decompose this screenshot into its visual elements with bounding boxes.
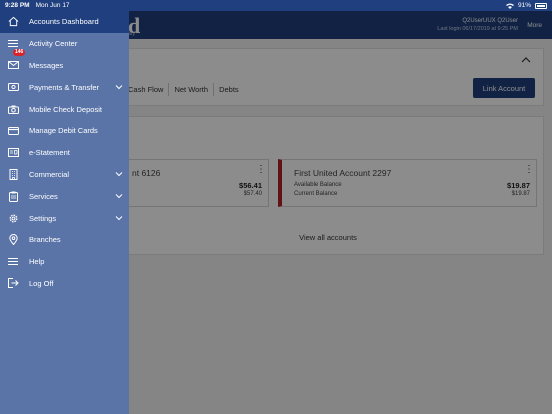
chevron-down-icon — [115, 216, 123, 221]
card-icon — [7, 125, 19, 137]
gear-icon — [7, 212, 19, 224]
menu-item-payments-transfer[interactable]: Payments & Transfer — [0, 76, 129, 98]
unread-count-badge: 146 — [13, 48, 26, 56]
menu-item-label: Mobile Check Deposit — [29, 104, 102, 114]
menu-item-settings[interactable]: Settings — [0, 207, 129, 229]
menu-item-mobile-check-deposit[interactable]: Mobile Check Deposit — [0, 98, 129, 120]
chevron-down-icon — [115, 85, 123, 90]
menu-item-services[interactable]: Services — [0, 185, 129, 207]
statement-icon — [7, 147, 19, 159]
menu-item-label: Services — [29, 191, 58, 201]
menu-item-label: Log Off — [29, 278, 54, 288]
help-icon — [7, 256, 19, 268]
logout-icon — [7, 277, 19, 289]
side-menu: Accounts Dashboard Activity Center 146 M… — [0, 11, 129, 414]
chevron-down-icon — [115, 194, 123, 199]
menu-item-accounts-dashboard[interactable]: Accounts Dashboard — [0, 11, 129, 33]
list-icon — [7, 38, 19, 50]
menu-item-label: Manage Debit Cards — [29, 126, 98, 136]
money-icon — [7, 81, 19, 93]
home-icon — [7, 16, 19, 28]
location-pin-icon — [7, 234, 19, 246]
menu-item-label: Help — [29, 257, 45, 267]
menu-item-branches[interactable]: Branches — [0, 229, 129, 251]
menu-item-label: Messages — [29, 60, 64, 70]
wifi-icon — [505, 3, 514, 9]
camera-icon — [7, 103, 19, 115]
status-time: 9:28 PM — [5, 2, 30, 9]
status-date: Mon Jun 17 — [35, 2, 70, 9]
menu-item-label: Settings — [29, 213, 57, 223]
menu-item-label: Accounts Dashboard — [29, 17, 99, 27]
menu-item-manage-debit-cards[interactable]: Manage Debit Cards — [0, 120, 129, 142]
status-bar: 9:28 PM Mon Jun 17 91% — [0, 0, 552, 11]
menu-item-label: Payments & Transfer — [29, 82, 100, 92]
menu-item-messages[interactable]: 146 Messages — [0, 48, 129, 77]
clipboard-icon — [7, 190, 19, 202]
menu-item-label: Branches — [29, 235, 61, 245]
menu-item-help[interactable]: Help — [0, 251, 129, 273]
building-icon — [7, 168, 19, 180]
battery-icon — [535, 2, 547, 9]
menu-item-commercial[interactable]: Commercial — [0, 164, 129, 186]
menu-item-label: Activity Center — [29, 39, 78, 49]
menu-item-log-off[interactable]: Log Off — [0, 273, 129, 295]
mail-icon — [7, 59, 19, 71]
menu-item-label: e-Statement — [29, 148, 70, 158]
menu-item-label: Commercial — [29, 169, 70, 179]
chevron-down-icon — [115, 172, 123, 177]
menu-item-e-statement[interactable]: e-Statement — [0, 142, 129, 164]
battery-percent: 91% — [517, 2, 531, 9]
